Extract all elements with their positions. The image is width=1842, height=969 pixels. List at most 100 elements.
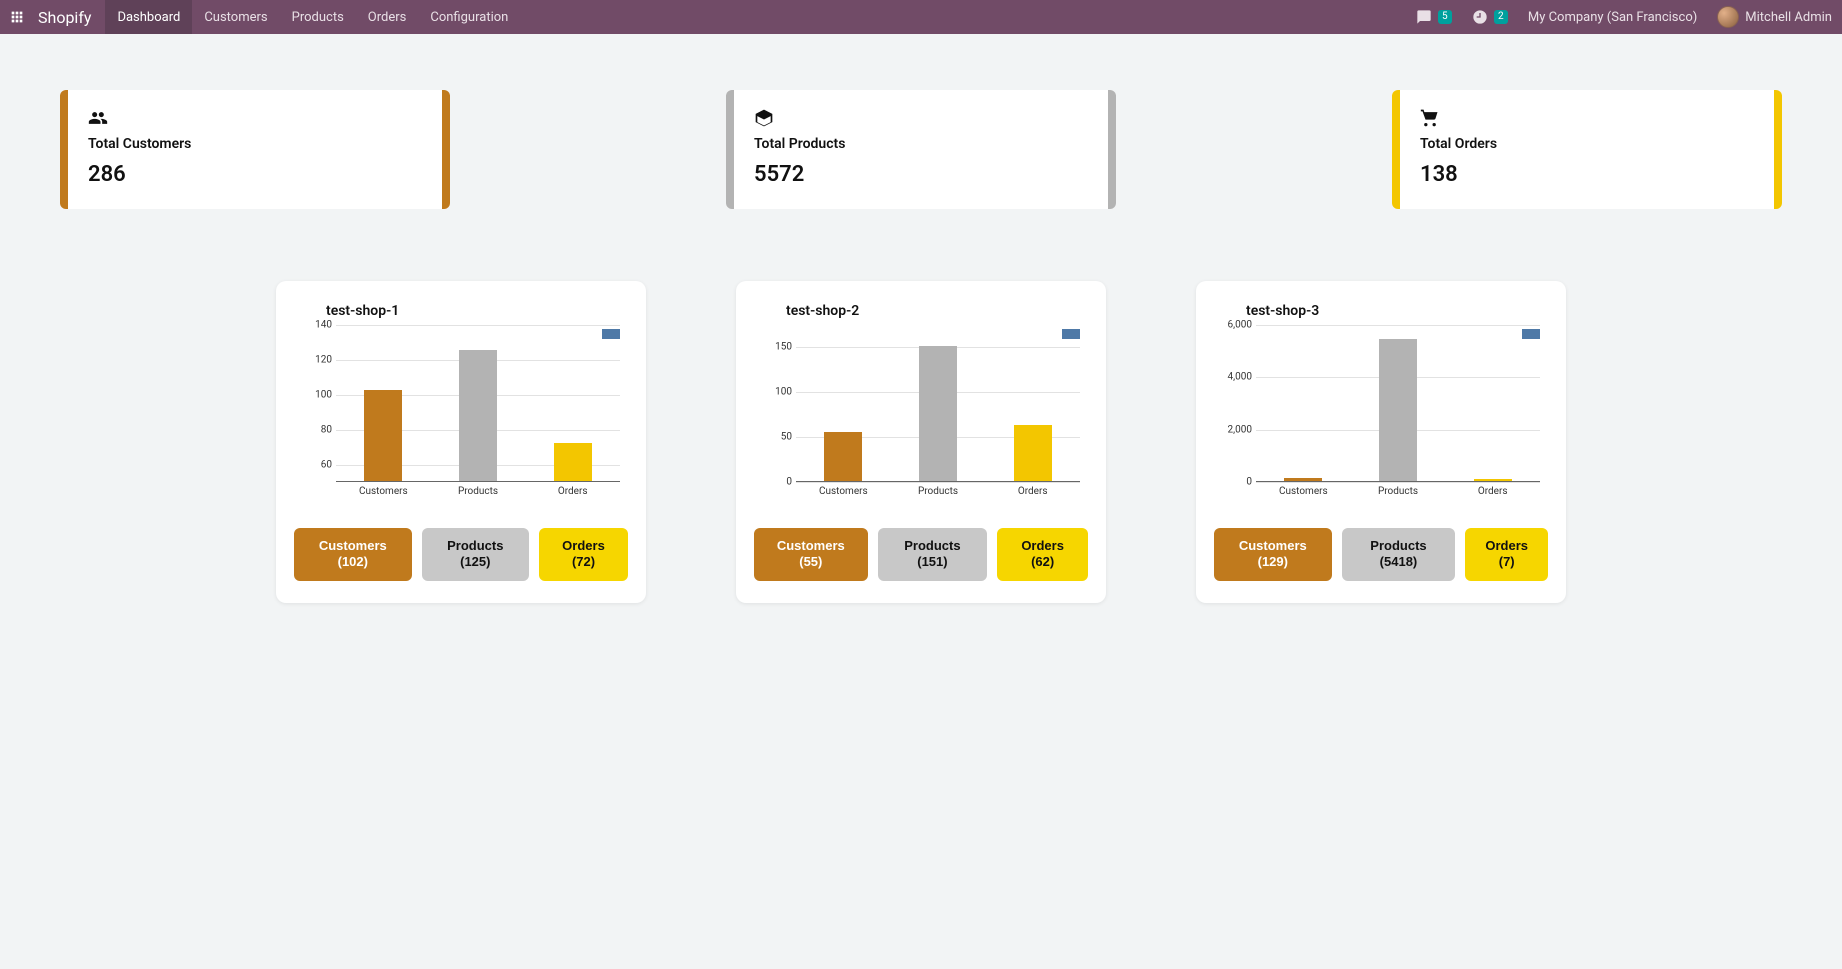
chart-plot xyxy=(1256,325,1540,482)
card-edge xyxy=(60,90,68,209)
nav-configuration[interactable]: Configuration xyxy=(418,0,520,34)
chart-bar xyxy=(1014,425,1052,481)
y-tick: 100 xyxy=(754,387,792,398)
chart-area: 02,0004,0006,000CustomersProductsOrders xyxy=(1214,325,1548,500)
summary-customers: Total Customers 286 xyxy=(60,90,450,209)
y-tick: 6,000 xyxy=(1214,320,1252,331)
box-icon xyxy=(754,108,774,128)
activities-button[interactable]: 2 xyxy=(1462,0,1518,34)
card-edge xyxy=(726,90,734,209)
products-button[interactable]: Products (5418) xyxy=(1342,528,1456,581)
chart-bar xyxy=(459,350,497,481)
chart-bar xyxy=(364,390,402,481)
x-label: Products xyxy=(1351,486,1446,500)
products-button[interactable]: Products (125) xyxy=(422,528,529,581)
x-axis: CustomersProductsOrders xyxy=(796,486,1080,500)
chart-plot xyxy=(796,325,1080,482)
customers-button[interactable]: Customers (129) xyxy=(1214,528,1332,581)
summary-row: Total Customers 286 Total Products 5572 … xyxy=(60,90,1782,209)
y-tick: 140 xyxy=(294,320,332,331)
activities-badge: 2 xyxy=(1494,10,1508,24)
chart-title: test-shop-2 xyxy=(754,303,1088,319)
user-name: Mitchell Admin xyxy=(1745,10,1832,25)
messages-badge: 5 xyxy=(1438,10,1452,24)
summary-title: Total Customers xyxy=(88,136,424,152)
customers-button[interactable]: Customers (55) xyxy=(754,528,868,581)
y-tick: 0 xyxy=(754,477,792,488)
chart-buttons: Customers (55)Products (151)Orders (62) xyxy=(754,528,1088,581)
chart-bar xyxy=(554,443,592,481)
summary-orders: Total Orders 138 xyxy=(1392,90,1782,209)
x-label: Orders xyxy=(525,486,620,500)
x-axis: CustomersProductsOrders xyxy=(336,486,620,500)
brand[interactable]: Shopify xyxy=(34,0,105,34)
chart-buttons: Customers (129)Products (5418)Orders (7) xyxy=(1214,528,1548,581)
products-button[interactable]: Products (151) xyxy=(878,528,988,581)
nav-products[interactable]: Products xyxy=(280,0,356,34)
company-selector[interactable]: My Company (San Francisco) xyxy=(1518,0,1707,34)
y-tick: 80 xyxy=(294,424,332,435)
chart-buttons: Customers (102)Products (125)Orders (72) xyxy=(294,528,628,581)
chart-area: 0 50 100 150 CustomersProductsOrders xyxy=(754,325,1088,500)
chart-bar xyxy=(824,432,862,481)
orders-button[interactable]: Orders (62) xyxy=(997,528,1088,581)
x-label: Orders xyxy=(1445,486,1540,500)
chart-bar xyxy=(1379,339,1417,481)
nav-dashboard[interactable]: Dashboard xyxy=(105,0,192,34)
chart-title: test-shop-3 xyxy=(1214,303,1548,319)
chart-card: test-shop-1 60 80 100 120 140 CustomersProduct… xyxy=(276,281,646,603)
summary-value: 5572 xyxy=(754,162,1090,187)
chart-title: test-shop-1 xyxy=(294,303,628,319)
summary-title: Total Orders xyxy=(1420,136,1756,152)
apps-button[interactable] xyxy=(0,0,34,34)
users-icon xyxy=(88,108,108,128)
chat-icon xyxy=(1416,9,1432,25)
gridline xyxy=(336,325,620,326)
chart-bar xyxy=(1474,479,1512,481)
gridline xyxy=(1256,482,1540,483)
summary-value: 286 xyxy=(88,162,424,187)
summary-value: 138 xyxy=(1420,162,1756,187)
y-tick: 150 xyxy=(754,342,792,353)
orders-button[interactable]: Orders (72) xyxy=(539,528,628,581)
nav-customers[interactable]: Customers xyxy=(192,0,279,34)
clock-icon xyxy=(1472,9,1488,25)
y-tick: 50 xyxy=(754,432,792,443)
orders-button[interactable]: Orders (7) xyxy=(1465,528,1548,581)
y-tick: 4,000 xyxy=(1214,372,1252,383)
chart-card: test-shop-302,0004,0006,000CustomersProd… xyxy=(1196,281,1566,603)
card-edge xyxy=(1774,90,1782,209)
card-edge xyxy=(1392,90,1400,209)
card-edge xyxy=(442,90,450,209)
chart-area: 6080100120140CustomersProductsOrders xyxy=(294,325,628,500)
x-label: Products xyxy=(431,486,526,500)
nav-orders[interactable]: Orders xyxy=(356,0,419,34)
gridline xyxy=(796,482,1080,483)
summary-title: Total Products xyxy=(754,136,1090,152)
main-nav: Dashboard Customers Products Orders Conf… xyxy=(105,0,520,34)
messages-button[interactable]: 5 xyxy=(1406,0,1462,34)
x-label: Customers xyxy=(796,486,891,500)
y-tick: 2,000 xyxy=(1214,424,1252,435)
apps-icon xyxy=(9,9,25,25)
user-menu[interactable]: Mitchell Admin xyxy=(1707,0,1842,34)
topbar: Shopify Dashboard Customers Products Ord… xyxy=(0,0,1842,34)
y-tick: 120 xyxy=(294,354,332,365)
chart-bar xyxy=(919,346,957,481)
x-axis: CustomersProductsOrders xyxy=(1256,486,1540,500)
chart-plot xyxy=(336,325,620,482)
x-label: Orders xyxy=(985,486,1080,500)
card-edge xyxy=(1108,90,1116,209)
y-tick: 100 xyxy=(294,389,332,400)
avatar xyxy=(1717,6,1739,28)
gridline xyxy=(1256,325,1540,326)
y-tick: 0 xyxy=(1214,477,1252,488)
summary-products: Total Products 5572 xyxy=(726,90,1116,209)
x-label: Products xyxy=(891,486,986,500)
cart-icon xyxy=(1420,108,1440,128)
customers-button[interactable]: Customers (102) xyxy=(294,528,412,581)
chart-card: test-shop-2050100150CustomersProductsOrd… xyxy=(736,281,1106,603)
y-tick: 60 xyxy=(294,459,332,470)
chart-bar xyxy=(1284,478,1322,481)
x-label: Customers xyxy=(1256,486,1351,500)
